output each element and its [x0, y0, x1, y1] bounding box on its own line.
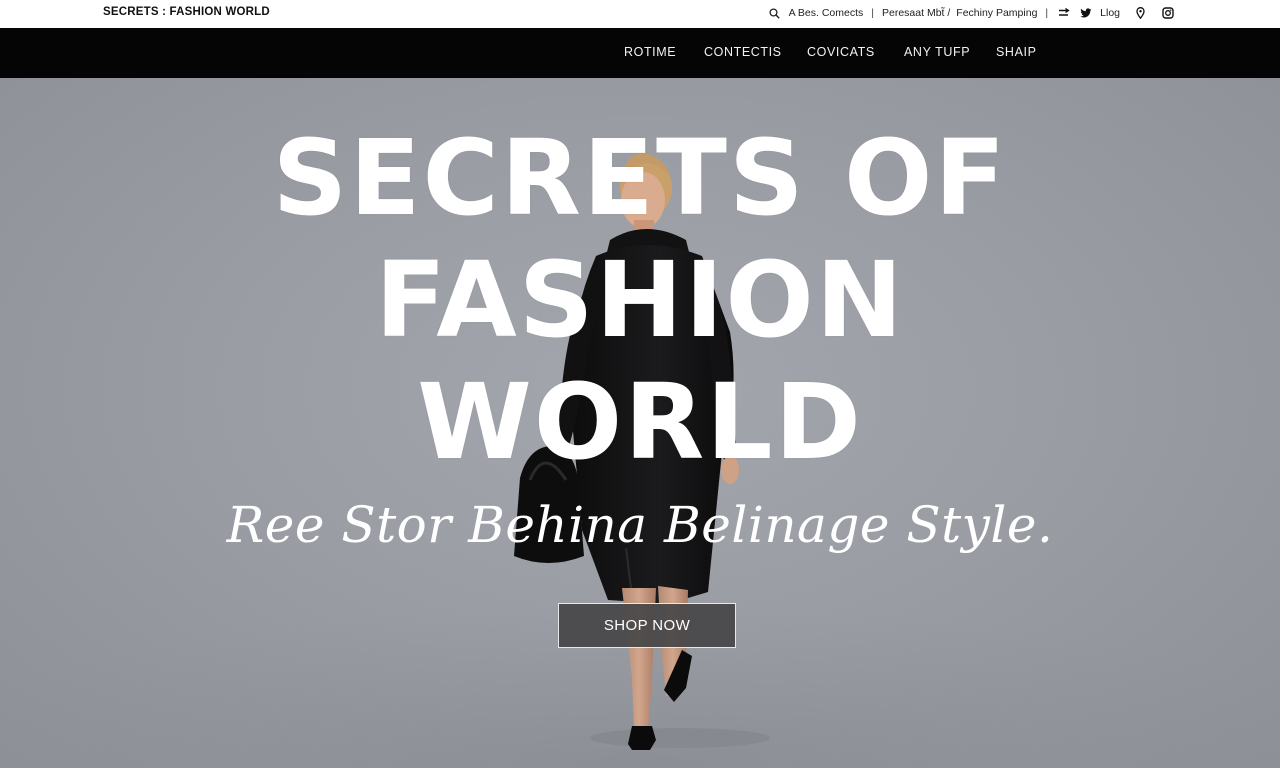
- search-icon[interactable]: [767, 5, 783, 21]
- nav-item-contectis[interactable]: CONTECTIS: [704, 45, 782, 59]
- instagram-icon[interactable]: [1160, 5, 1176, 21]
- location-pin-icon[interactable]: [1132, 5, 1148, 21]
- hero-title-line-2: FASHION: [375, 239, 905, 361]
- main-nav: ROTIME CONTECTIS COVICATS ANY TUFP SHAIP: [0, 28, 1280, 78]
- hero-title-line-3: WORLD: [417, 361, 863, 483]
- hero-tagline: Ree Stor Behina Belinage Style.: [226, 496, 1054, 554]
- nav-item-shaip[interactable]: SHAIP: [996, 45, 1037, 59]
- divider: |: [1045, 7, 1049, 19]
- nav-item-covicats[interactable]: COVICATS: [807, 45, 875, 59]
- hero-title-line-1: SECRETS OF: [272, 117, 1008, 239]
- brand-logo[interactable]: SECRETS : FASHION WORLD: [103, 6, 270, 18]
- utility-link-1[interactable]: A Bes. Comects: [789, 7, 864, 19]
- twitter-icon[interactable]: [1078, 5, 1094, 21]
- hero-section: SECRETS OF FASHION WORLD Ree Stor Behina…: [0, 78, 1280, 768]
- utility-links: A Bes. Comects | Peresaat Mbt̃ / Fechiny…: [767, 5, 1176, 21]
- nav-item-rotime[interactable]: ROTIME: [624, 45, 676, 59]
- menu-arrows-icon[interactable]: [1056, 5, 1072, 21]
- utility-bar: SECRETS : FASHION WORLD A Bes. Comects |…: [0, 0, 1280, 28]
- nav-item-any-tufp[interactable]: ANY TUFP: [904, 45, 970, 59]
- utility-link-2[interactable]: Peresaat Mbt̃ /: [882, 7, 950, 19]
- log-link[interactable]: Llog: [1100, 7, 1120, 19]
- divider: |: [871, 7, 874, 19]
- shop-now-button[interactable]: SHOP NOW: [558, 603, 736, 648]
- utility-link-3[interactable]: Fechiny Pamping: [956, 7, 1037, 19]
